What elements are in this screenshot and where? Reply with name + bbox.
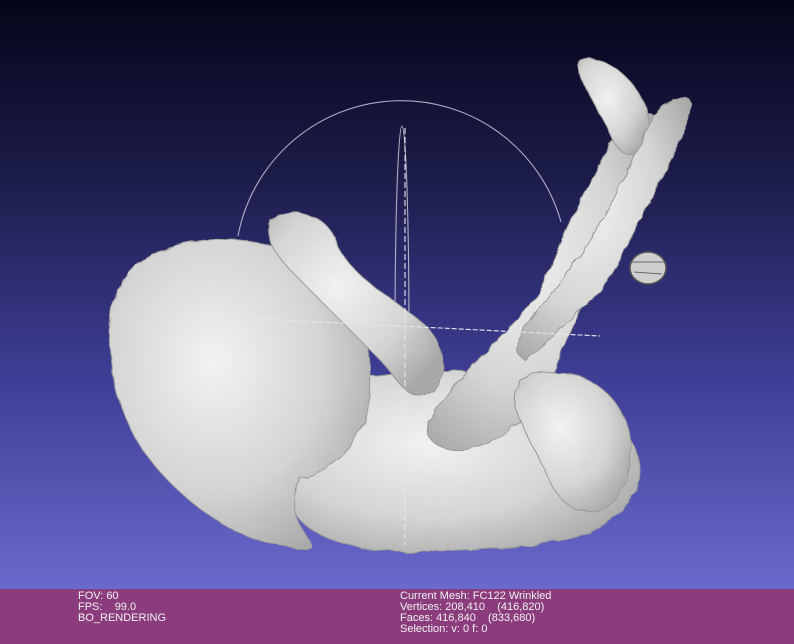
- render-mode: BO_RENDERING: [78, 612, 167, 624]
- mesh-render[interactable]: [0, 0, 794, 589]
- status-bar: FOV: 60 FPS: 99.0 BO_RENDERING Current M…: [0, 589, 794, 644]
- status-left-panel: FOV: 60 FPS: 99.0 BO_RENDERING: [78, 591, 166, 624]
- status-right-panel: Current Mesh: FC122 Wrinkled Vertices: 2…: [400, 591, 551, 635]
- 3d-viewport[interactable]: [0, 0, 794, 589]
- cord-stub: [629, 251, 667, 285]
- selection-info: Selection: v: 0 f: 0: [400, 623, 488, 635]
- fetus-mesh: [109, 58, 692, 552]
